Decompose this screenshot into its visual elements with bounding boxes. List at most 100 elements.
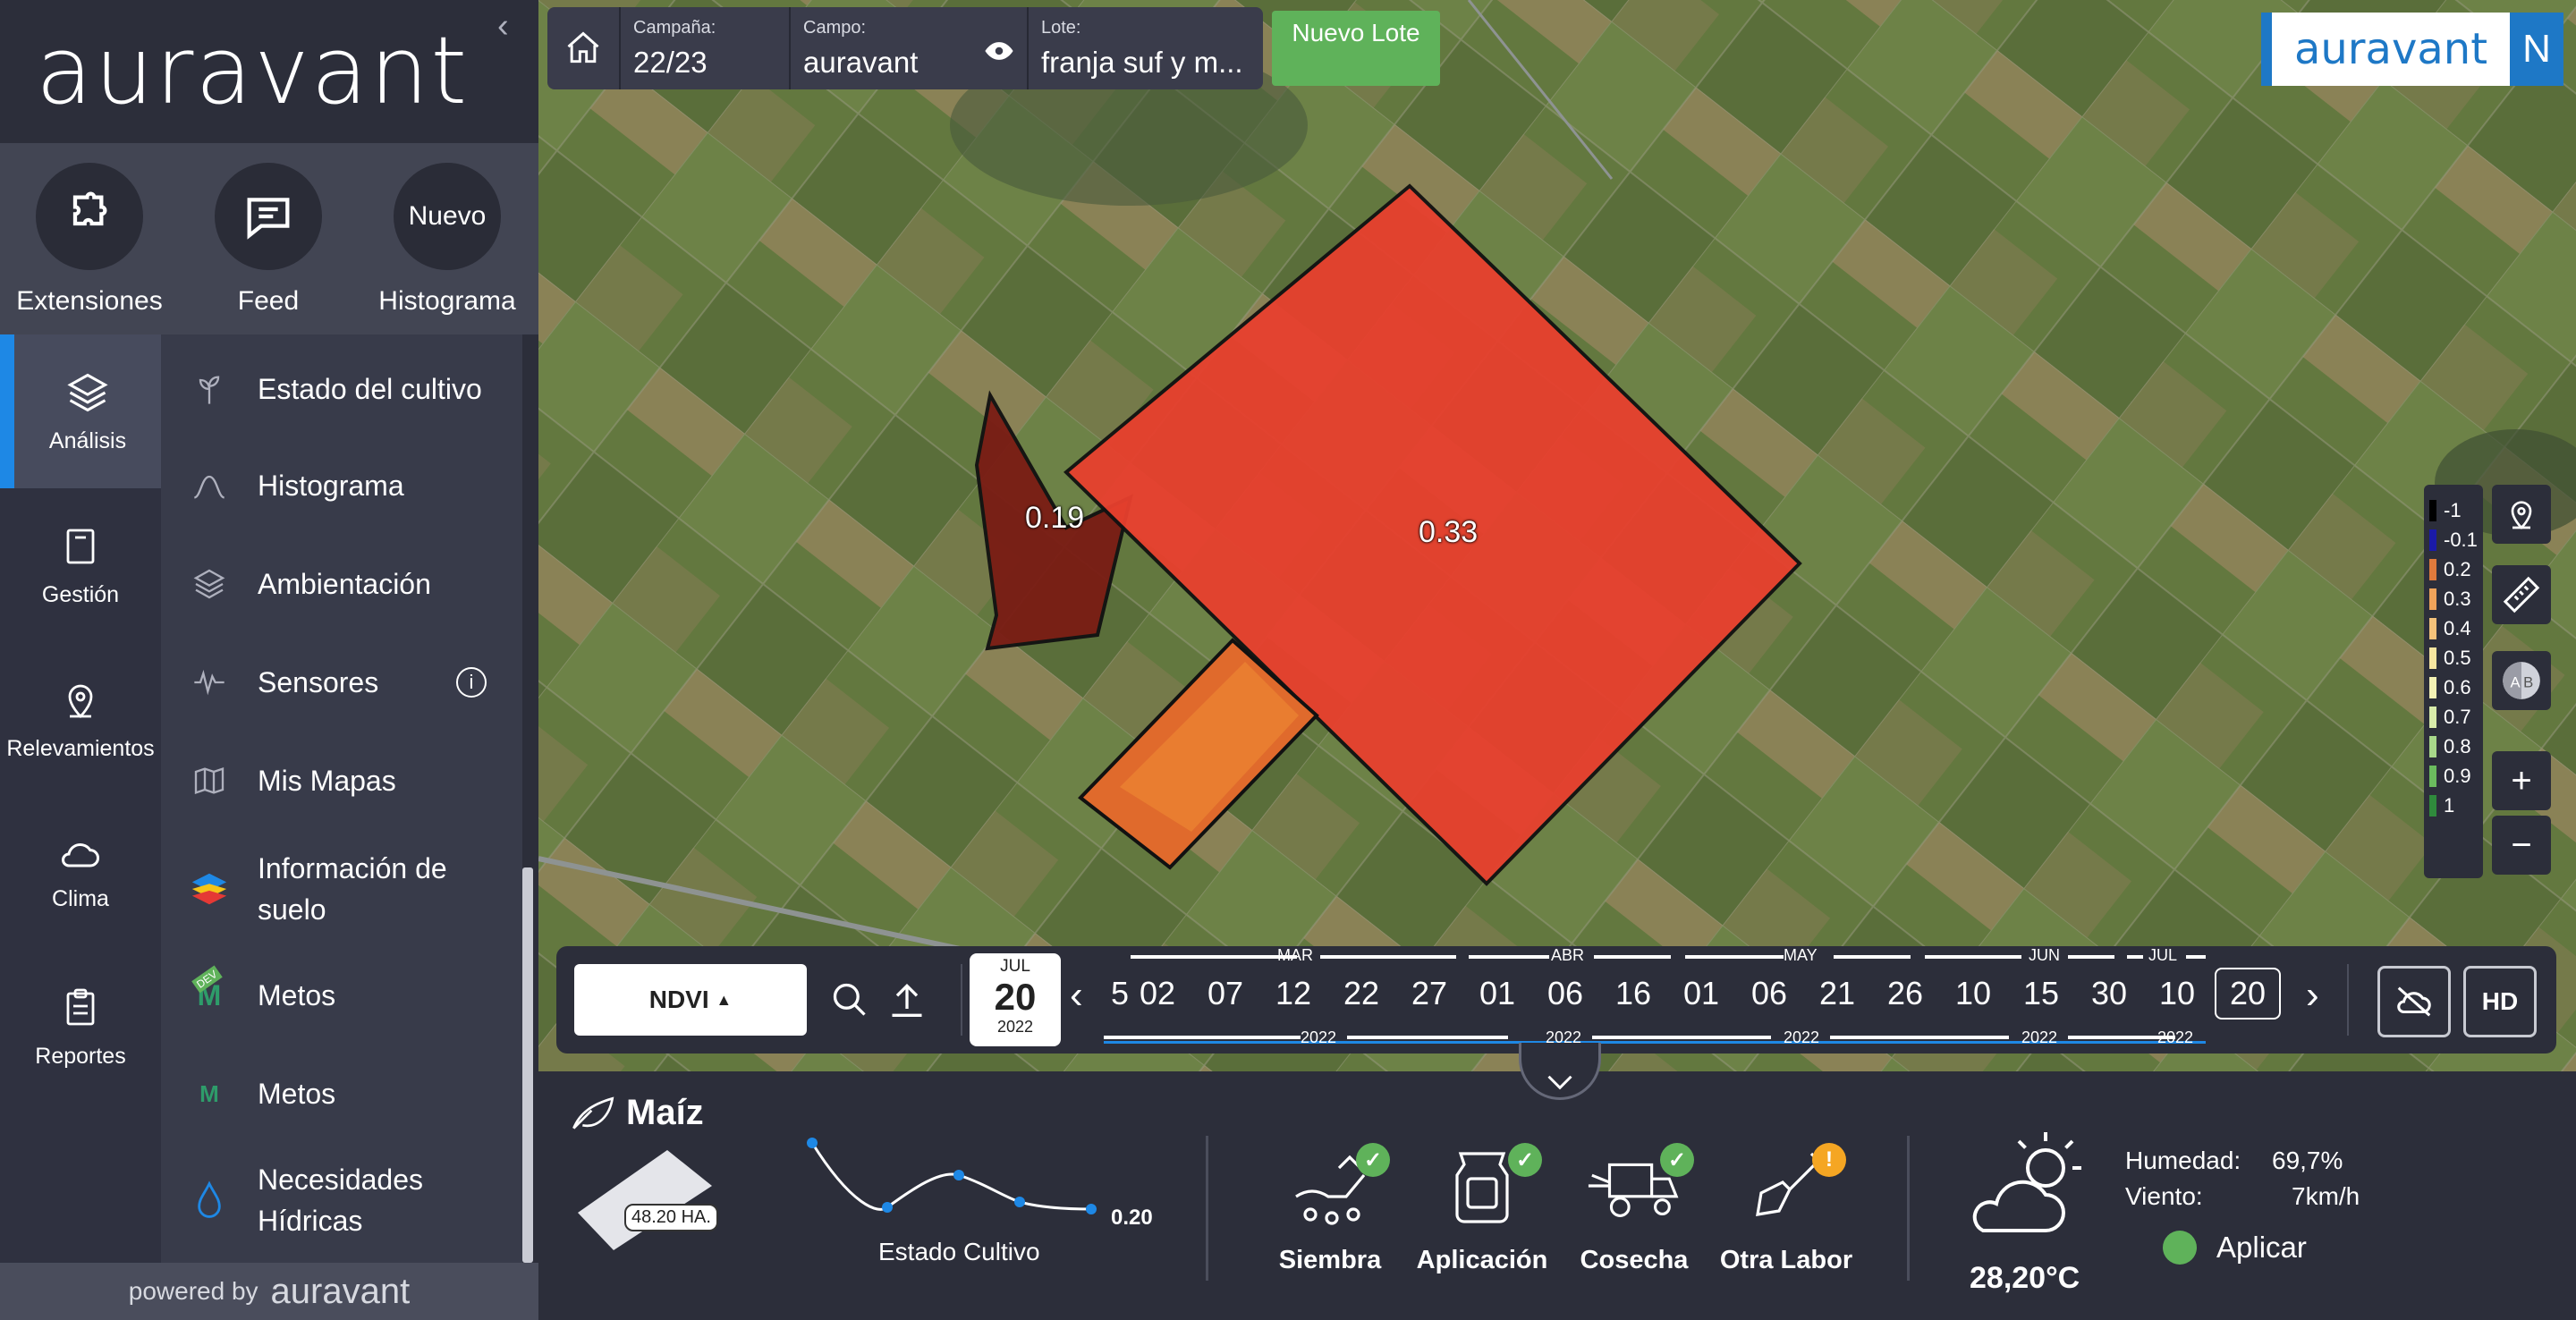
field-selector[interactable]: Campo: auravant (791, 7, 1029, 89)
compare-ab-button[interactable]: AB (2492, 651, 2551, 710)
timeline-day[interactable]: 10 (1955, 975, 1991, 1012)
upload-icon[interactable] (887, 978, 927, 1020)
timeline-day[interactable]: 06 (1547, 975, 1583, 1012)
timeline-day[interactable]: 21 (1819, 975, 1855, 1012)
chat-icon (215, 163, 322, 270)
zoom-out-button[interactable]: − (2492, 816, 2551, 875)
sub-item-metos[interactable]: M Metos (161, 1071, 522, 1116)
nav-item-analisis[interactable]: Análisis (0, 334, 161, 488)
lot-selector[interactable]: Lote: franja suf y m... (1029, 7, 1263, 89)
sub-item-necesidades-hidricas[interactable]: Necesidades Hídricas (161, 1157, 522, 1243)
crop-state-sparkline[interactable] (798, 1125, 1120, 1232)
metos-icon: M (199, 1079, 219, 1107)
layers-icon (67, 373, 108, 411)
sub-item-info-suelo[interactable]: Información de suelo (161, 846, 522, 932)
status-dot (2163, 1231, 2197, 1265)
feed-button[interactable]: Feed (179, 143, 358, 334)
cloud-filter-button[interactable] (2377, 966, 2451, 1037)
check-icon: ✓ (1508, 1143, 1542, 1177)
user-avatar[interactable]: N (2510, 13, 2563, 86)
nav-label: Gestión (41, 581, 120, 607)
sub-item-estado-cultivo[interactable]: Estado del cultivo (161, 367, 522, 411)
timeline-day[interactable]: 15 (2023, 975, 2059, 1012)
sub-label: Metos (258, 1078, 336, 1110)
timeline-day[interactable]: 22 (1343, 975, 1379, 1012)
lot-summary-panel: Maíz 48.20 HA. 0.20 Estado Cultivo ✓ Sie… (538, 1043, 2576, 1320)
labor-cosecha[interactable]: ✓ Cosecha (1558, 1143, 1710, 1275)
minus-icon: − (2511, 825, 2532, 865)
brand-box: auravant N (2261, 13, 2563, 86)
ruler-button[interactable] (2492, 565, 2551, 624)
field-value: auravant (803, 46, 919, 79)
crop-name: Maíz (626, 1093, 704, 1132)
eye-icon[interactable] (984, 39, 1014, 63)
year-label: 2022 (2157, 1028, 2194, 1046)
hd-button[interactable]: HD (2463, 966, 2537, 1037)
sub-item-ambientacion[interactable]: Ambientación (161, 562, 522, 606)
submenu-scrollbar[interactable] (522, 867, 533, 1263)
campaign-selector[interactable]: Campaña: 22/23 (621, 7, 791, 89)
svg-text:B: B (2523, 673, 2533, 690)
extensions-label: Extensiones (16, 286, 163, 316)
timeline-day[interactable]: 06 (1751, 975, 1787, 1012)
legend-value: 0.9 (2444, 764, 2471, 787)
info-icon[interactable]: i (456, 667, 487, 698)
collapse-sidebar-button[interactable]: ‹ (497, 7, 509, 46)
logo-area: auravant ‹ (0, 0, 538, 143)
apply-toggle[interactable]: Aplicar (2163, 1231, 2307, 1265)
search-icon[interactable] (830, 980, 869, 1020)
month-label: MAR (1277, 946, 1313, 964)
plot-dark-label: 0.19 (1025, 501, 1085, 535)
sub-item-histograma[interactable]: Histograma (161, 463, 522, 508)
timeline-day[interactable]: 5 (1104, 975, 1129, 1012)
selected-month: JUL (1000, 957, 1030, 976)
cloud-icon (62, 842, 100, 867)
legend-entry: 0.4 (2429, 613, 2478, 643)
timeline-day[interactable]: 01 (1683, 975, 1719, 1012)
home-button[interactable] (547, 7, 621, 89)
histogram-new-button[interactable]: Nuevo Histograma (358, 143, 537, 334)
zoom-in-button[interactable]: + (2492, 751, 2551, 810)
timeline-day[interactable]: 16 (1615, 975, 1651, 1012)
image-timeline: NDVI ▲ JUL 20 2022 ‹ MAR ABR MAY JUN JUL… (556, 946, 2556, 1053)
labor-aplicacion[interactable]: ✓ Aplicación (1406, 1143, 1558, 1275)
timeline-day[interactable]: 30 (2091, 975, 2127, 1012)
timeline-day[interactable]: 26 (1887, 975, 1923, 1012)
nav-item-reportes[interactable]: Reportes (0, 950, 161, 1104)
timeline-day-selected[interactable]: 20 (2215, 968, 2281, 1020)
sub-item-mis-mapas[interactable]: Mis Mapas (161, 758, 522, 803)
notebook-icon (66, 529, 95, 563)
campaign-value: 22/23 (633, 46, 708, 79)
sub-label: Ambientación (258, 568, 431, 600)
svg-text:A: A (2511, 673, 2521, 690)
map-view[interactable]: 0.19 0.33 (538, 0, 2576, 1071)
extensions-button[interactable]: Extensiones (0, 143, 179, 334)
new-lot-button[interactable]: Nuevo Lote (1272, 11, 1440, 86)
campaign-label: Campaña: (633, 18, 716, 38)
legend-value: 0.5 (2444, 646, 2471, 669)
timeline-next-button[interactable]: › (2306, 973, 2319, 1018)
timeline-day[interactable]: 27 (1411, 975, 1447, 1012)
sub-item-sensores[interactable]: Sensores i (161, 660, 522, 705)
collapse-panel-button[interactable] (1519, 1043, 1601, 1100)
labor-otra[interactable]: ! Otra Labor (1710, 1143, 1862, 1275)
labor-siembra[interactable]: ✓ Siembra (1254, 1143, 1406, 1275)
timeline-day[interactable]: 02 (1140, 975, 1175, 1012)
nav-item-gestion[interactable]: Gestión (0, 488, 161, 642)
nav-item-clima[interactable]: Clima (0, 796, 161, 950)
sub-item-metos-dev[interactable]: M DEV Metos (161, 965, 522, 1018)
timeline-day[interactable]: 10 (2159, 975, 2195, 1012)
selected-date-badge: JUL 20 2022 (970, 953, 1061, 1046)
timeline-day[interactable]: 01 (1479, 975, 1515, 1012)
legend-value: -0.1 (2444, 528, 2478, 551)
location-button[interactable] (2492, 485, 2551, 544)
map-pin-icon (2511, 501, 2532, 529)
timeline-day[interactable]: 12 (1275, 975, 1311, 1012)
legend-value: 0.3 (2444, 587, 2471, 610)
index-selector[interactable]: NDVI ▲ (574, 964, 807, 1036)
nav-label: Reportes (35, 1043, 126, 1069)
timeline-day[interactable]: 07 (1208, 975, 1243, 1012)
nav-item-relevamientos[interactable]: Relevamientos (0, 642, 161, 796)
auravant-logo: auravant (36, 16, 470, 125)
timeline-prev-button[interactable]: ‹ (1070, 973, 1083, 1018)
